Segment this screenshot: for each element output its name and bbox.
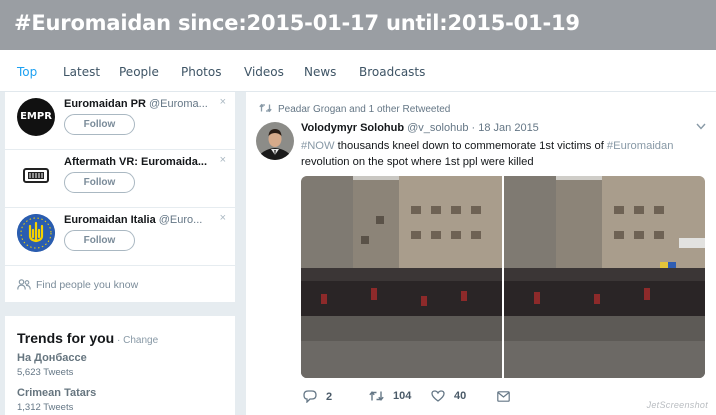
avatar[interactable]: EMPR [17,98,55,136]
find-people-link[interactable]: Find people you know [17,279,138,291]
dismiss-icon[interactable]: × [220,212,226,224]
tab-news[interactable]: News [304,65,336,79]
dismiss-icon[interactable]: × [220,154,226,166]
trends-card: Trends for you · Change На Донбассе 5,62… [5,316,235,415]
tweet[interactable]: Peadar Grogan and 1 other Retweeted Volo… [246,92,716,415]
retweet-button[interactable]: 104 [369,390,411,402]
hashtag-link[interactable]: #Euromaidan [607,140,674,152]
heart-icon [431,390,445,402]
trends-title: Trends for you [17,330,115,346]
author-photo [256,122,294,160]
follow-button[interactable]: Follow [64,172,135,193]
trend-item[interactable]: На Донбассе 5,623 Tweets [17,352,87,378]
tab-photos[interactable]: Photos [181,65,221,79]
account-name[interactable]: Euromaidan Italia [64,214,156,226]
search-nav: Top Latest People Photos Videos News Bro… [0,50,716,92]
follow-suggestion: Aftermath VR: Euromaida... × Follow [5,150,235,208]
who-to-follow-card: EMPR Euromaidan PR @Euroma... × Follow A… [5,92,235,302]
follow-suggestion: EMPR Euromaidan PR @Euroma... × Follow [5,92,235,150]
ukraine-trident-icon [17,214,55,252]
dismiss-icon[interactable]: × [220,96,226,108]
trend-name: Crimean Tatars [17,387,97,399]
search-query-title: #Euromaidan since:2015-01-17 until:2015-… [14,11,580,35]
trend-name: На Донбассе [17,352,87,364]
avatar[interactable] [256,122,294,160]
tweet-photo[interactable] [504,176,705,378]
avatar[interactable] [17,156,55,194]
tweet-text-segment: revolution on the spot where 1st ppl wer… [301,156,534,168]
envelope-icon [497,391,510,402]
watermark: JetScreenshot [646,400,708,410]
chevron-down-icon[interactable] [696,123,706,130]
trend-count: 5,623 Tweets [17,367,74,378]
tab-latest[interactable]: Latest [63,65,100,79]
follow-suggestion: Euromaidan Italia @Euro... × Follow [5,208,235,266]
search-header: #Euromaidan since:2015-01-17 until:2015-… [0,0,716,50]
trend-count: 1,312 Tweets [17,402,74,413]
account-name[interactable]: Aftermath VR: Euromaida... [64,156,207,168]
direct-message-button[interactable] [497,390,519,402]
empr-logo: EMPR [20,111,52,122]
tweet-timestamp[interactable]: · 18 Jan 2015 [472,122,539,134]
avatar[interactable] [17,214,55,252]
find-people-label: Find people you know [36,279,139,291]
trend-item[interactable]: Crimean Tatars 1,312 Tweets [17,387,96,413]
trends-change-link[interactable]: · Change [114,335,158,346]
tab-videos[interactable]: Videos [244,65,284,79]
tweet-author-handle[interactable]: @v_solohub [407,122,468,134]
account-handle: @Euro... [158,214,203,226]
retweet-icon [369,391,384,401]
tweet-author-name[interactable]: Volodymyr Solohub [301,122,404,134]
tab-people[interactable]: People [119,65,159,79]
tweet-text: #NOW thousands kneel down to commemorate… [301,138,701,170]
retweet-context[interactable]: Peadar Grogan and 1 other Retweeted [278,104,450,115]
like-count: 40 [454,390,467,402]
account-handle: @Euroma... [148,98,208,110]
tweet-media [301,176,705,378]
account-name[interactable]: Euromaidan PR [64,98,146,110]
reply-icon [303,390,317,404]
follow-button[interactable]: Follow [64,230,135,251]
people-icon [17,279,31,290]
hashtag-link[interactable]: #NOW [301,140,335,152]
retweet-count: 104 [393,390,412,402]
reply-count: 2 [326,391,333,403]
tweet-photo[interactable] [301,176,502,378]
tab-top[interactable]: Top [17,65,37,79]
tweet-text-segment: thousands kneel down to commemorate 1st … [334,140,607,152]
vr-headset-icon [23,168,49,183]
retweet-icon [259,103,272,113]
tweet-actions: 2 104 40 [301,390,601,406]
reply-button[interactable]: 2 [303,390,333,404]
follow-button[interactable]: Follow [64,114,135,135]
tab-broadcasts[interactable]: Broadcasts [359,65,425,79]
like-button[interactable]: 40 [431,390,466,402]
